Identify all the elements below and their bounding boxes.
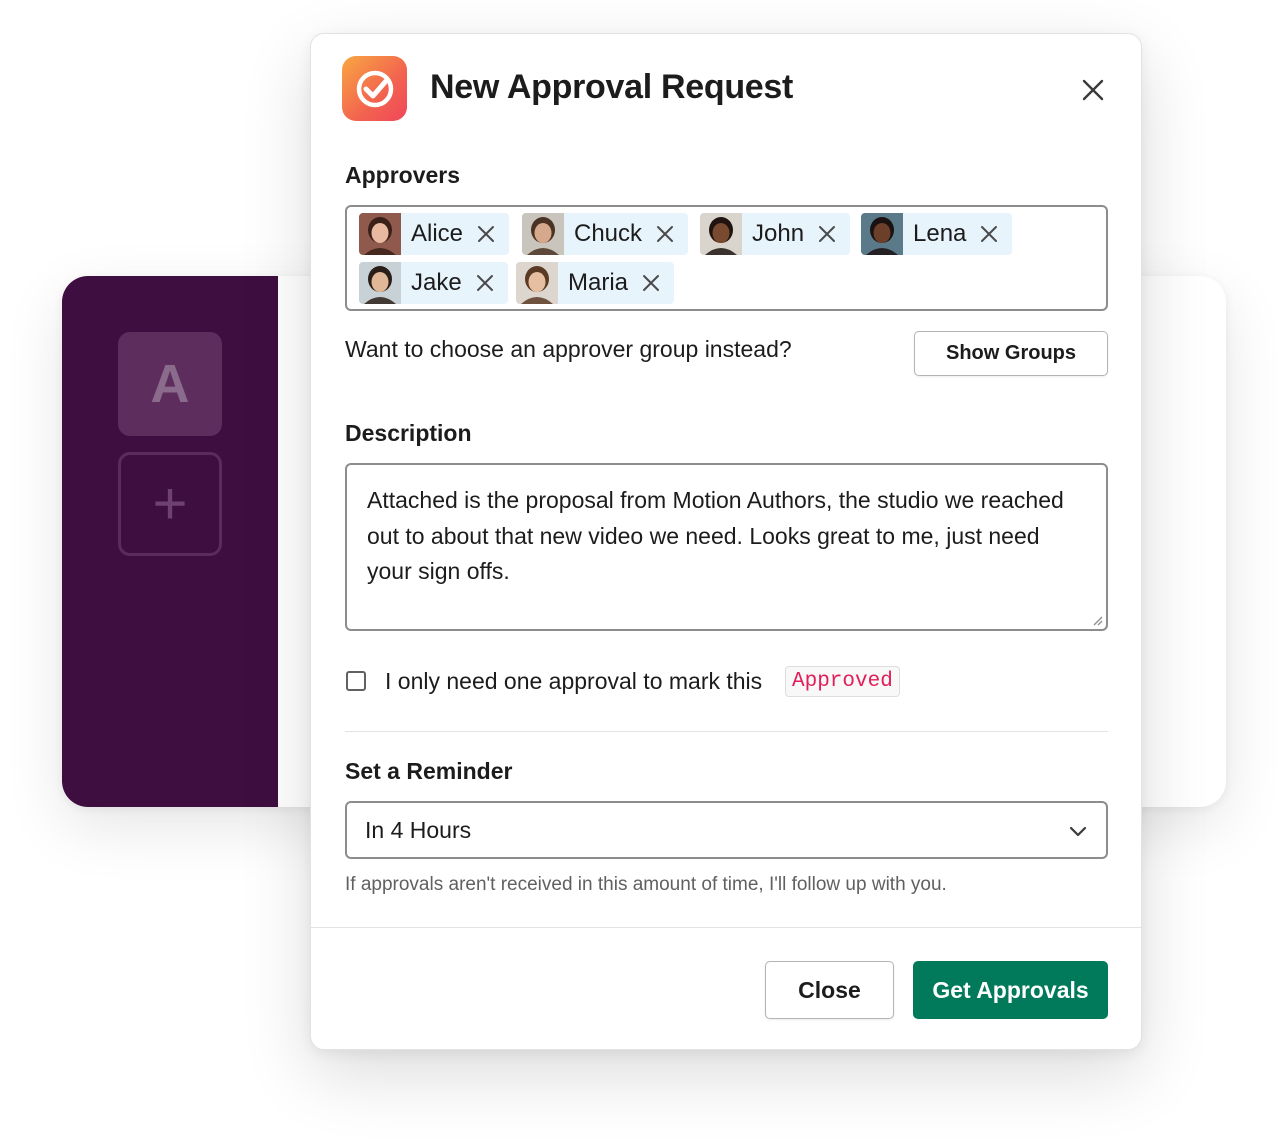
- approver-chip[interactable]: Maria: [516, 262, 675, 304]
- approver-name: Lena: [913, 220, 967, 247]
- approver-chip[interactable]: Lena: [861, 213, 1013, 255]
- description-textarea[interactable]: Attached is the proposal from Motion Aut…: [345, 463, 1108, 631]
- close-button[interactable]: Close: [765, 961, 894, 1019]
- approver-chip[interactable]: Chuck: [522, 213, 689, 255]
- workspace-sidebar: A +: [62, 276, 278, 807]
- remove-approver-icon[interactable]: [816, 223, 838, 245]
- approver-name: John: [752, 220, 805, 247]
- remove-approver-icon[interactable]: [640, 272, 662, 294]
- remove-approver-icon[interactable]: [475, 223, 497, 245]
- avatar: [700, 213, 742, 255]
- reminder-hint: If approvals aren't received in this amo…: [345, 874, 947, 895]
- description-label: Description: [345, 420, 472, 446]
- remove-approver-icon[interactable]: [474, 272, 496, 294]
- single-approval-checkbox[interactable]: [346, 671, 366, 691]
- avatar: [359, 262, 401, 304]
- approved-code-badge: Approved: [785, 666, 900, 697]
- plus-icon: +: [152, 470, 188, 537]
- footer-divider: [311, 927, 1141, 928]
- approver-chip[interactable]: Jake: [359, 262, 508, 304]
- checkmark-circle-icon: [342, 56, 407, 121]
- approver-chip[interactable]: Alice: [359, 213, 510, 255]
- approval-request-modal: New Approval Request Approvers Alice Chuc…: [310, 33, 1142, 1050]
- approver-name: Chuck: [574, 220, 643, 247]
- reminder-select[interactable]: In 4 Hours: [345, 801, 1108, 859]
- close-icon[interactable]: [1077, 74, 1109, 106]
- avatar: [359, 213, 401, 255]
- avatar: [861, 213, 903, 255]
- add-workspace-button[interactable]: +: [118, 452, 222, 556]
- section-divider: [345, 731, 1108, 732]
- remove-approver-icon[interactable]: [978, 223, 1000, 245]
- approver-name: Jake: [411, 269, 462, 296]
- approver-chip[interactable]: John: [700, 213, 851, 255]
- resize-grip-icon[interactable]: [1091, 614, 1103, 626]
- description-text: Attached is the proposal from Motion Aut…: [367, 487, 1064, 584]
- approvers-label: Approvers: [345, 162, 461, 188]
- approvers-input[interactable]: Alice Chuck John Lena Jake Maria: [345, 205, 1108, 311]
- get-approvals-button[interactable]: Get Approvals: [913, 961, 1108, 1019]
- avatar: [516, 262, 558, 304]
- modal-title: New Approval Request: [430, 68, 794, 106]
- group-prompt: Want to choose an approver group instead…: [345, 336, 792, 362]
- avatar: [522, 213, 564, 255]
- reminder-selected-value: In 4 Hours: [365, 816, 472, 843]
- reminder-label: Set a Reminder: [345, 758, 513, 784]
- single-approval-label: I only need one approval to mark this: [385, 668, 763, 694]
- show-groups-button[interactable]: Show Groups: [914, 331, 1108, 376]
- workspace-switcher[interactable]: A: [118, 332, 222, 436]
- approver-name: Maria: [568, 269, 629, 296]
- approver-name: Alice: [411, 220, 464, 247]
- chevron-down-icon: [1069, 826, 1087, 837]
- remove-approver-icon[interactable]: [654, 223, 676, 245]
